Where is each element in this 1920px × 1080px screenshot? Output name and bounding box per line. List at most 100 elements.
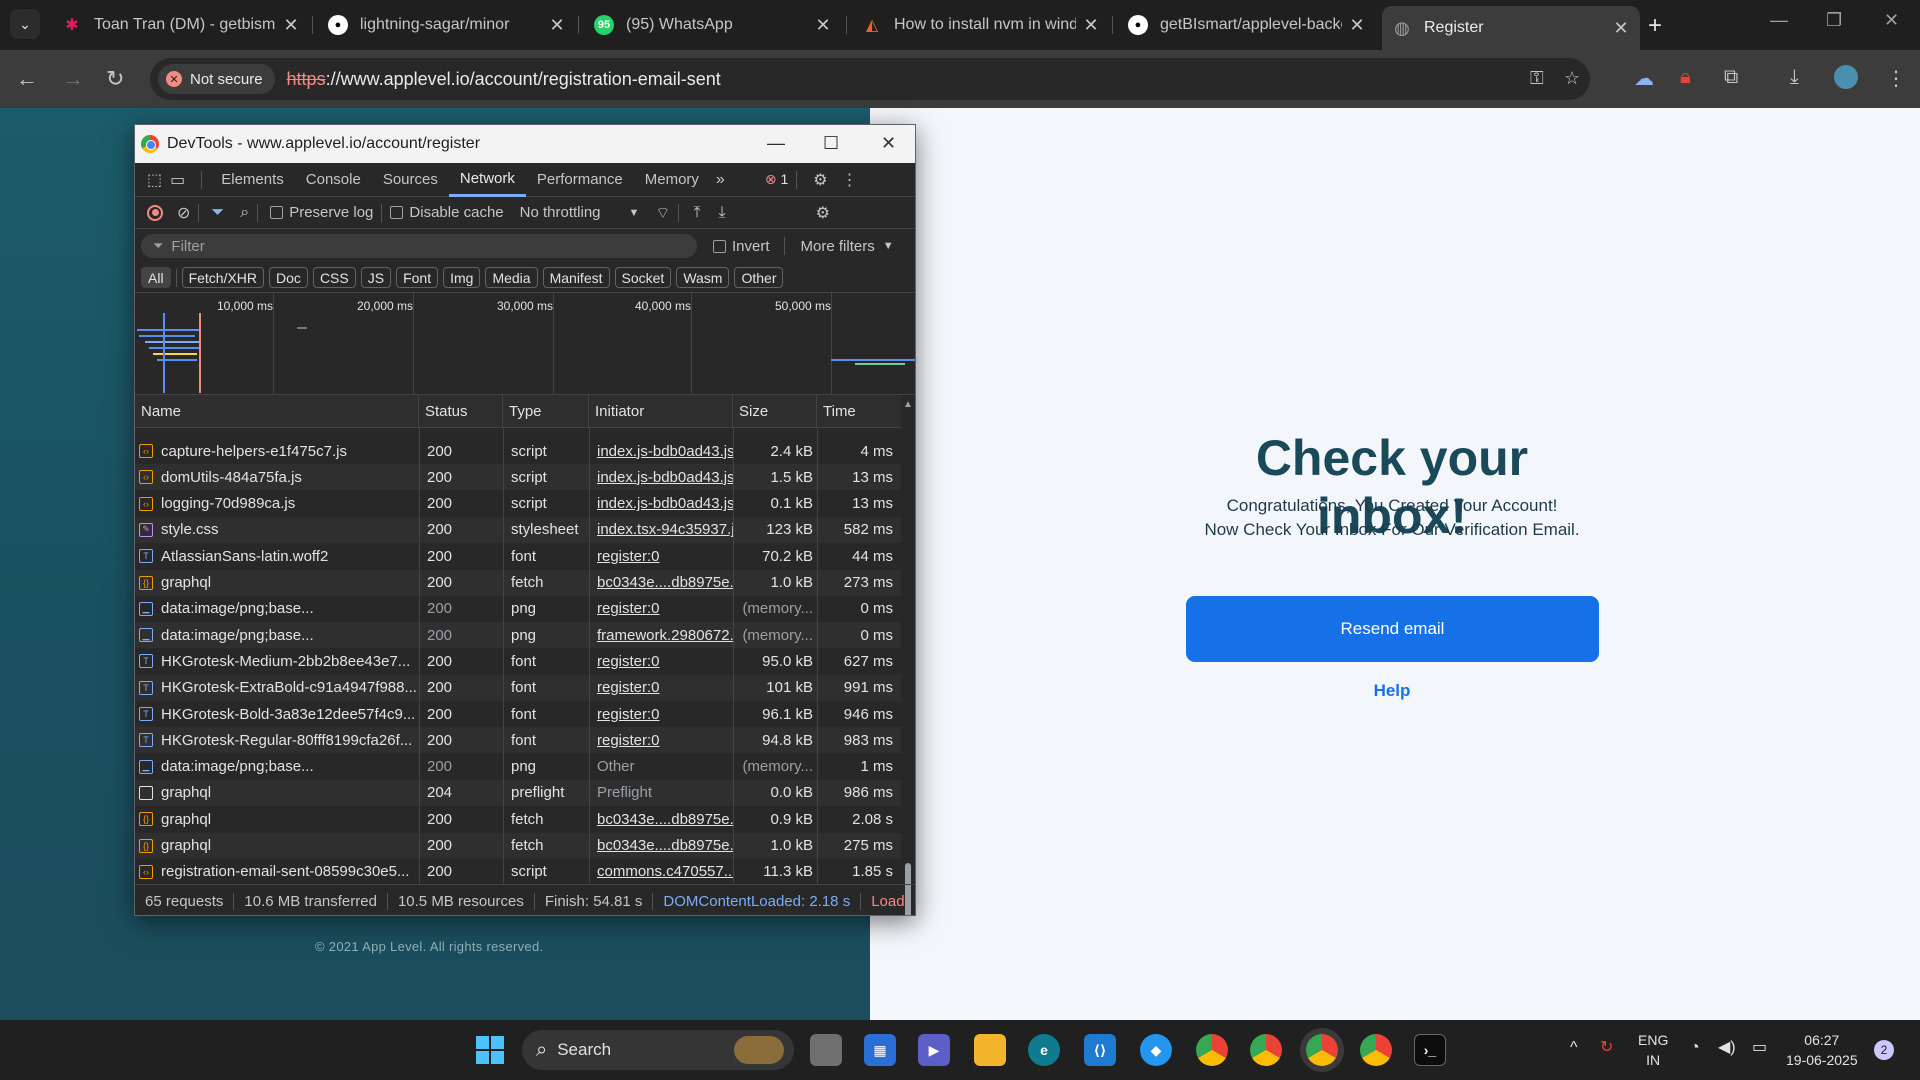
minimize-icon[interactable]: — <box>767 133 785 154</box>
tab-memory[interactable]: Memory <box>634 163 710 197</box>
table-row[interactable]: T HKGrotesk-Bold-3a83e12dee57f4c9... 200 fo… <box>135 701 901 727</box>
request-initiator[interactable]: framework.2980672... <box>593 622 733 648</box>
request-name[interactable]: graphql <box>139 780 419 806</box>
more-tabs-icon[interactable]: » <box>716 171 725 189</box>
sync-icon[interactable]: ↻ <box>1600 1038 1613 1058</box>
task-view-icon[interactable] <box>810 1034 842 1066</box>
clear-icon[interactable]: ⊘ <box>177 203 190 223</box>
tab-slack[interactable]: ✱ Toan Tran (DM) - getbisma ✕ <box>52 8 310 42</box>
terminal-icon[interactable]: ›_ <box>1414 1034 1446 1066</box>
table-row[interactable]: ▁ data:image/png;base... 200 png Other (memor… <box>135 754 901 780</box>
search-icon[interactable]: ⌕ <box>240 204 249 222</box>
request-initiator[interactable]: index.js-bdb0ad43.js <box>593 491 733 517</box>
filter-css[interactable]: CSS <box>312 267 356 288</box>
request-initiator[interactable]: register:0 <box>593 543 733 569</box>
close-window-icon[interactable]: ✕ <box>1884 10 1899 31</box>
request-name[interactable]: T AtlassianSans-latin.woff2 <box>139 543 419 569</box>
devtools-menu-icon[interactable]: ⋮ <box>842 170 858 190</box>
language-indicator[interactable]: ENG IN <box>1638 1030 1668 1070</box>
back-icon[interactable]: ← <box>16 66 38 92</box>
security-chip[interactable]: ✕ Not secure <box>158 64 275 94</box>
battery-icon[interactable]: ▭ <box>1752 1038 1767 1058</box>
tab-whatsapp[interactable]: 95 (95) WhatsApp ✕ <box>584 8 842 42</box>
column-type[interactable]: Type <box>503 395 589 428</box>
table-row[interactable]: T AtlassianSans-latin.woff2 200 font registe… <box>135 543 901 569</box>
filter-funnel-icon[interactable]: ⏷ <box>211 204 224 222</box>
request-name[interactable]: {} graphql <box>139 570 419 596</box>
menu-kebab-icon[interactable]: ⋮ <box>1886 66 1906 91</box>
close-tab-icon[interactable]: ✕ <box>548 15 566 36</box>
export-har-icon[interactable]: ⤓ <box>719 204 726 222</box>
device-toolbar-icon[interactable]: ▭ <box>170 170 185 190</box>
request-initiator[interactable]: bc0343e....db8975e... <box>593 570 733 596</box>
chrome-icon[interactable] <box>1306 1034 1338 1066</box>
requests-scrollbar[interactable]: ▲ ▼ <box>901 395 915 915</box>
password-key-icon[interactable]: ⚿ <box>1530 68 1544 89</box>
close-tab-icon[interactable]: ✕ <box>1348 15 1366 36</box>
request-name[interactable]: ‹› domUtils-484a75fa.js <box>139 464 419 490</box>
inspect-element-icon[interactable]: ⬚ <box>147 170 162 190</box>
request-initiator[interactable]: register:0 <box>593 596 733 622</box>
filter-all[interactable]: All <box>141 267 171 288</box>
url-text[interactable]: https://www.applevel.io/account/registra… <box>287 69 721 90</box>
table-row[interactable]: {} graphql 200 fetch bc0343e....db8975e... 1.… <box>135 832 901 859</box>
request-name[interactable]: ‹› logging-70d989ca.js <box>139 491 419 517</box>
download-icon[interactable]: ⤓ <box>1790 66 1799 89</box>
extension-lock-icon[interactable]: 🔒︎ <box>1680 66 1691 89</box>
request-name[interactable]: {} graphql <box>139 833 419 859</box>
file-explorer-icon[interactable] <box>974 1034 1006 1066</box>
table-row[interactable]: T HKGrotesk-ExtraBold-c91a4947f988... 200 f… <box>135 674 901 701</box>
network-settings-icon[interactable]: ⚙ <box>816 203 830 223</box>
column-initiator[interactable]: Initiator <box>589 395 733 428</box>
network-overview-timeline[interactable]: 10,000 ms 20,000 ms 30,000 ms 40,000 ms … <box>135 293 915 395</box>
close-tab-icon[interactable]: ✕ <box>814 15 832 36</box>
filter-socket[interactable]: Socket <box>614 267 672 288</box>
filter-other[interactable]: Other <box>734 267 784 288</box>
volume-icon[interactable]: ◀) <box>1718 1038 1736 1058</box>
filter-img[interactable]: Img <box>443 267 481 288</box>
request-name[interactable]: ▁ data:image/png;base... <box>139 596 419 622</box>
table-row[interactable]: ✎ style.css 200 stylesheet index.tsx-94c3593… <box>135 516 901 543</box>
record-icon[interactable] <box>147 204 163 221</box>
table-row[interactable]: ▁ data:image/png;base... 200 png register:0 (… <box>135 596 901 622</box>
import-har-icon[interactable]: ⤒ <box>693 204 700 222</box>
close-tab-icon[interactable]: ✕ <box>1612 18 1630 39</box>
request-initiator[interactable]: bc0343e....db8975e... <box>593 833 733 859</box>
more-filters-dropdown[interactable]: More filters ▼ <box>801 238 894 255</box>
table-row[interactable]: graphql 204 preflight Preflight 0.0 kB 986 ms <box>135 779 901 806</box>
tab-github-minor[interactable]: ● lightning-sagar/minor ✕ <box>318 8 576 42</box>
filter-font[interactable]: Font <box>396 267 439 288</box>
column-name[interactable]: Name <box>135 395 419 428</box>
request-name[interactable]: ‹› registration-email-sent-08599c30e5... <box>139 859 419 884</box>
table-row[interactable]: ‹› logging-70d989ca.js 200 script index.js-b… <box>135 491 901 517</box>
extension-cloud-icon[interactable]: ☁ <box>1634 66 1654 91</box>
throttling-select[interactable]: No throttling ▼ <box>520 204 640 221</box>
tab-register[interactable]: ◍ Register ✕ <box>1382 6 1640 50</box>
tab-performance[interactable]: Performance <box>526 163 634 197</box>
chevron-up-icon[interactable]: ^ <box>1570 1038 1578 1058</box>
request-initiator[interactable]: register:0 <box>593 701 733 727</box>
extensions-puzzle-icon[interactable]: ⧉ <box>1724 66 1738 89</box>
tab-console[interactable]: Console <box>295 163 372 197</box>
request-name[interactable]: T HKGrotesk-Bold-3a83e12dee57f4c9... <box>139 701 419 727</box>
tab-network[interactable]: Network <box>448 163 526 197</box>
request-initiator[interactable]: index.js-bdb0ad43.js <box>593 438 733 464</box>
scroll-up-icon[interactable]: ▲ <box>903 399 913 410</box>
request-name[interactable]: ✎ style.css <box>139 517 419 543</box>
notification-badge[interactable]: 2 <box>1874 1040 1894 1060</box>
table-row[interactable]: ▁ data:image/png;base... 200 png framework.2… <box>135 622 901 649</box>
tab-elements[interactable]: Elements <box>210 163 295 197</box>
request-initiator[interactable]: index.js-bdb0ad43.js <box>593 464 733 490</box>
preserve-log-checkbox[interactable]: Preserve log <box>270 204 373 221</box>
request-name[interactable]: ▁ data:image/png;base... <box>139 754 419 780</box>
filter-media[interactable]: Media <box>485 267 538 288</box>
table-row[interactable]: ‹› capture-helpers-e1f475c7.js 200 script in… <box>135 438 901 464</box>
wifi-icon[interactable]: ◔ <box>1690 1038 1700 1058</box>
resend-email-button[interactable]: Resend email <box>1186 596 1599 662</box>
column-status[interactable]: Status <box>419 395 503 428</box>
filter-manifest[interactable]: Manifest <box>542 267 610 288</box>
request-initiator[interactable]: bc0343e....db8975e... <box>593 806 733 832</box>
chrome-icon[interactable] <box>1250 1034 1282 1066</box>
settings-gear-icon[interactable]: ⚙ <box>813 170 827 190</box>
filter-fetch-xhr[interactable]: Fetch/XHR <box>181 267 265 288</box>
